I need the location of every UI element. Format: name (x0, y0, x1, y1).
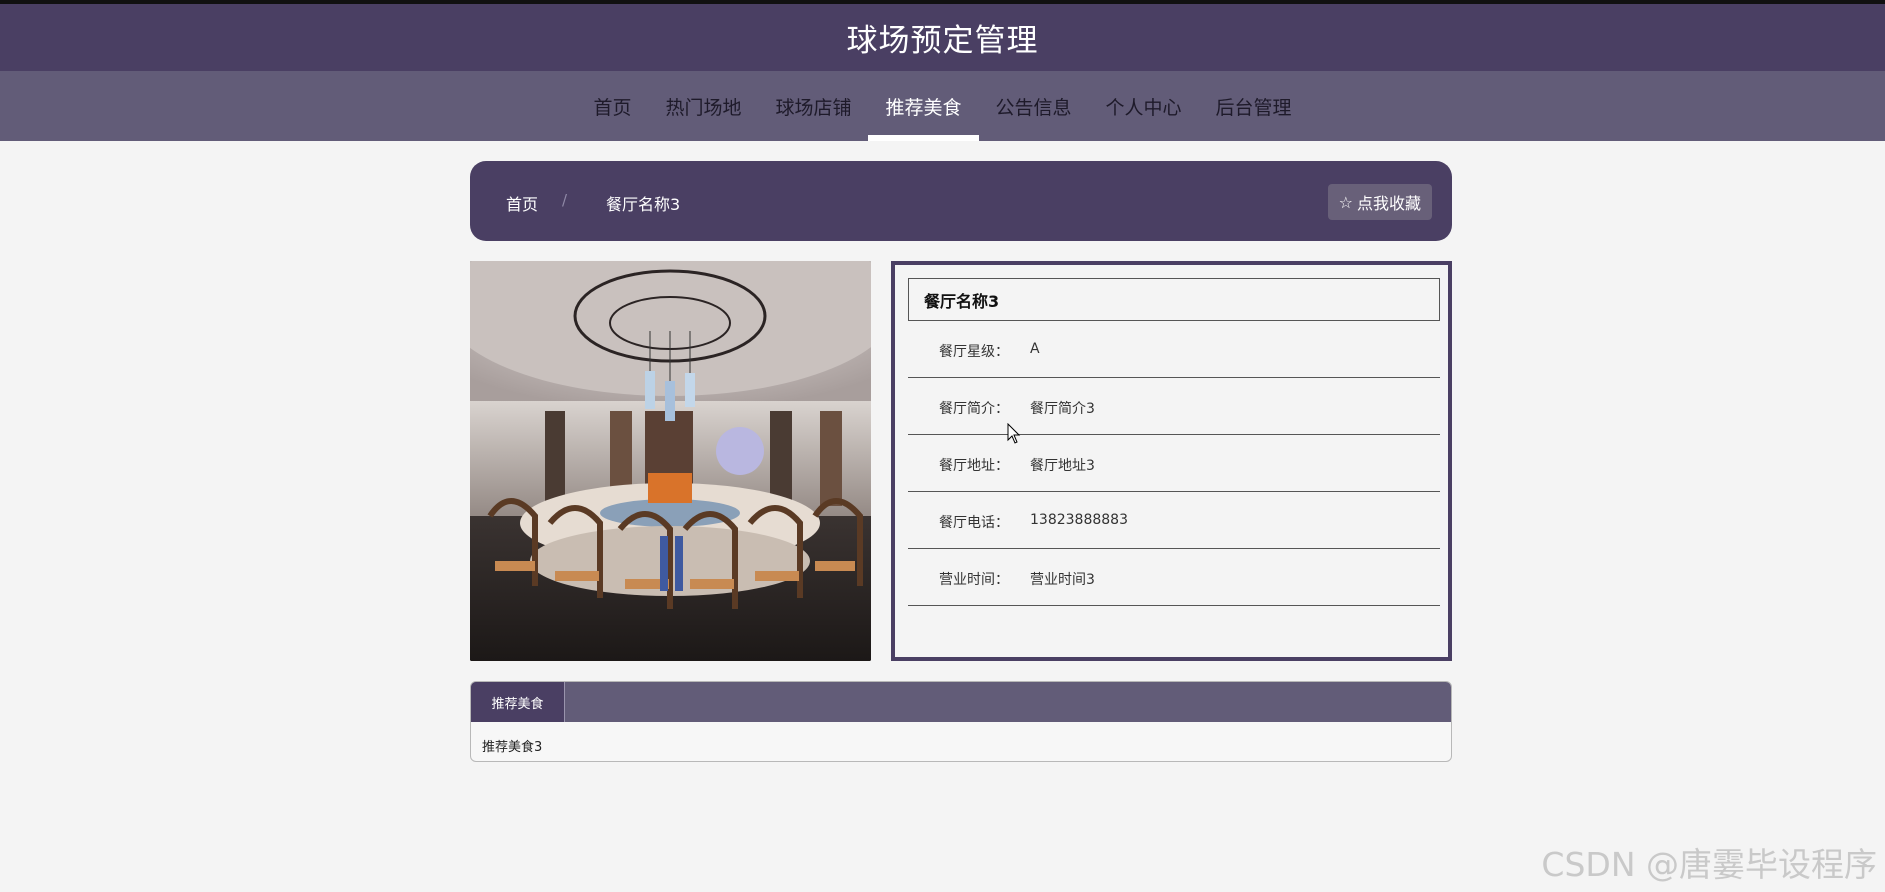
restaurant-name: 餐厅名称3 (908, 278, 1440, 321)
detail-field-label: 餐厅星级： (939, 344, 1009, 360)
mouse-cursor-icon (1007, 422, 1021, 449)
breadcrumb-home-link[interactable]: 首页 (506, 191, 538, 215)
food-panel-header: 推荐美食 (471, 682, 1451, 722)
breadcrumb-current: 餐厅名称3 (606, 195, 681, 214)
recommended-food-panel: 推荐美食 推荐美食3 (470, 681, 1452, 762)
detail-field-label: 餐厅简介： (939, 401, 1009, 417)
detail-field-value: 营业时间3 (1030, 572, 1095, 588)
restaurant-photo (470, 261, 871, 661)
detail-field-value: 13823888883 (1030, 512, 1128, 528)
nav-item[interactable]: 个人中心 (1089, 71, 1199, 141)
nav-item[interactable]: 球场店铺 (758, 71, 868, 141)
nav-menu: 首页 热门场地 球场店铺 推荐美食 公告信息 个人中心 后台管理 (576, 71, 1308, 141)
site-title: 球场预定管理 (846, 23, 1039, 59)
nav-item[interactable]: 推荐美食 (868, 71, 979, 141)
detail-field-value: 餐厅简介3 (1030, 401, 1095, 417)
detail-row: 餐厅星级： A (908, 321, 1440, 378)
nav-item[interactable]: 后台管理 (1199, 71, 1309, 141)
food-panel-content: 推荐美食3 (482, 740, 543, 755)
watermark: CSDN @唐霎毕设程序 (1541, 845, 1877, 884)
nav-item[interactable]: 公告信息 (979, 71, 1089, 141)
detail-field-value: 餐厅地址3 (1030, 458, 1095, 474)
favorite-button[interactable]: ☆ 点我收藏 (1327, 184, 1432, 220)
detail-field-label: 餐厅电话： (939, 515, 1009, 531)
detail-row: 餐厅地址： 餐厅地址3 (908, 435, 1440, 492)
detail-field-label: 餐厅地址： (939, 458, 1009, 474)
tab-recommended-food[interactable]: 推荐美食 (471, 682, 565, 722)
nav-item[interactable]: 首页 (576, 71, 648, 141)
star-outline-icon: ☆ (1338, 192, 1353, 212)
restaurant-detail-panel: 餐厅名称3 餐厅星级： A 餐厅简介： 餐厅简介3 餐厅地址： 餐厅地址3 餐厅电话： 138… (891, 261, 1452, 661)
favorite-button-label: 点我收藏 (1356, 194, 1421, 213)
main-nav: 首页 热门场地 球场店铺 推荐美食 公告信息 个人中心 后台管理 (0, 71, 1885, 141)
nav-item[interactable]: 热门场地 (648, 71, 758, 141)
detail-field-label: 营业时间： (939, 572, 1009, 588)
detail-row: 餐厅简介： 餐厅简介3 (908, 378, 1440, 435)
detail-row: 餐厅电话： 13823888883 (908, 492, 1440, 549)
breadcrumb: 首页 / 餐厅名称3 ☆ 点我收藏 (470, 161, 1452, 241)
site-header: 球场预定管理 (0, 4, 1885, 71)
detail-field-value: A (1030, 341, 1040, 357)
breadcrumb-separator: / (562, 191, 568, 209)
detail-row: 营业时间： 营业时间3 (908, 549, 1440, 606)
